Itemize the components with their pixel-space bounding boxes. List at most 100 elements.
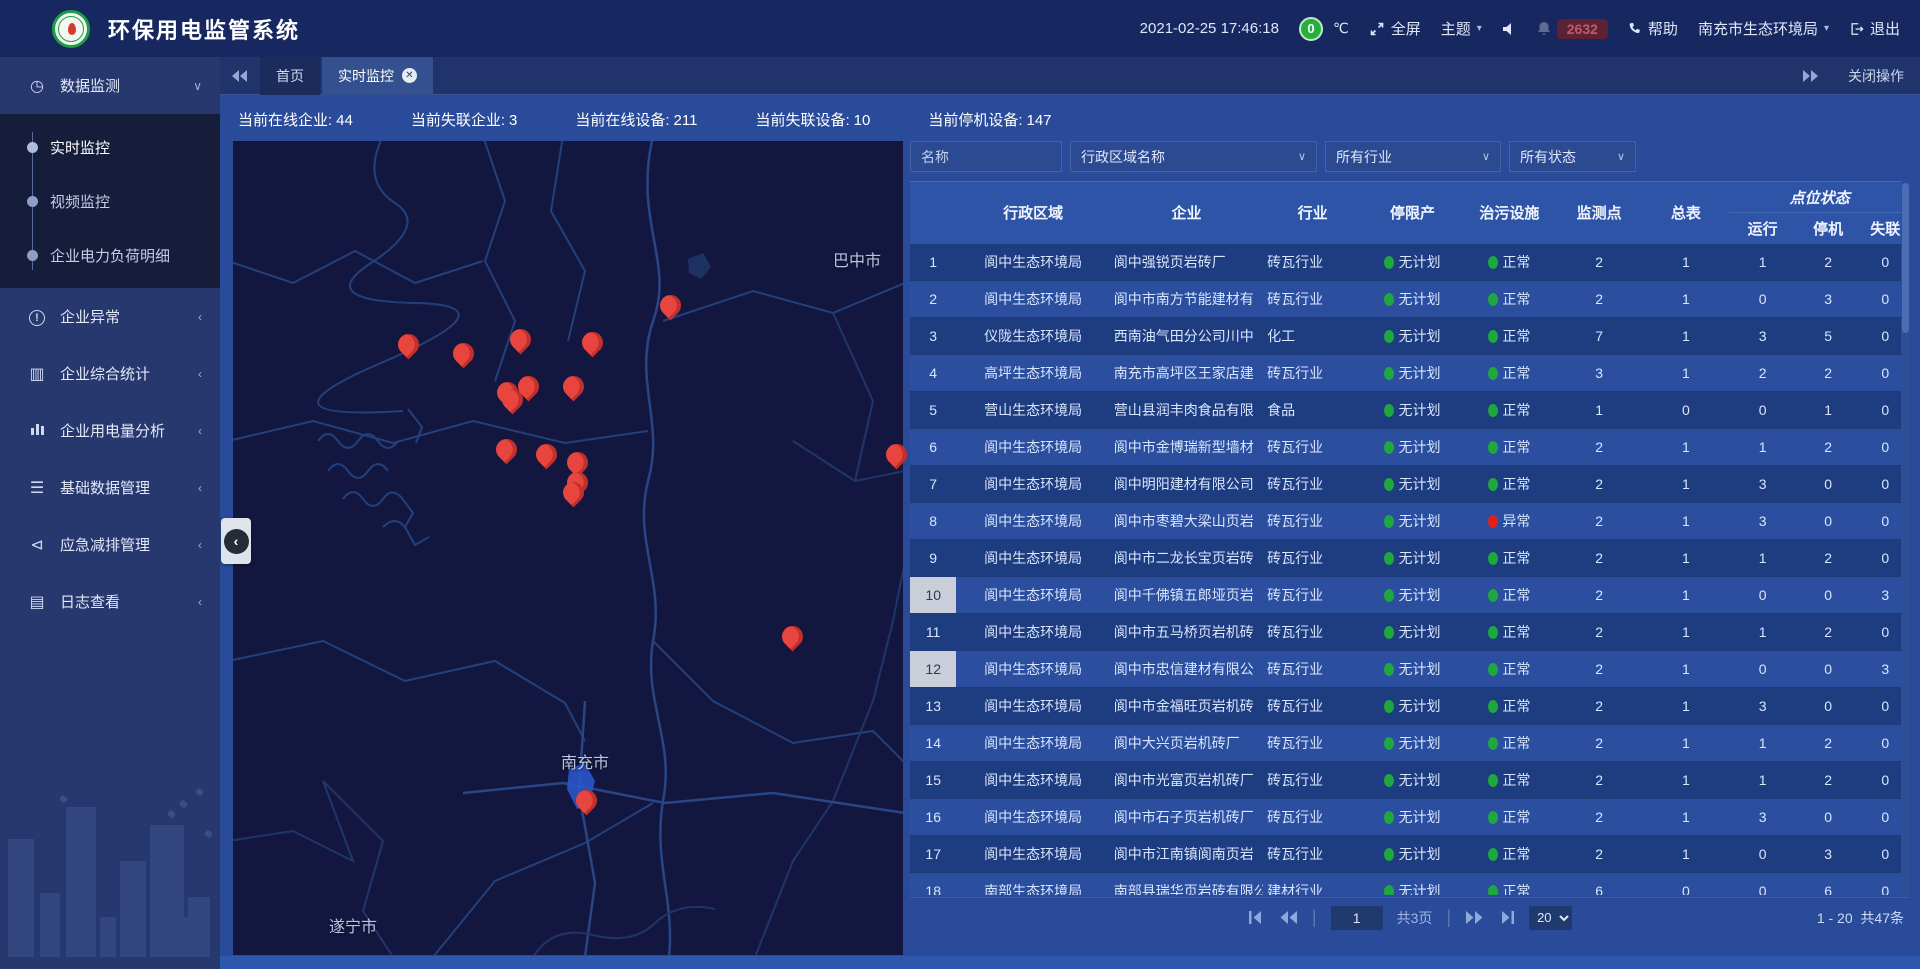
cell-run: 1 <box>1729 429 1796 466</box>
status-dot-green <box>1488 552 1498 565</box>
map-panel[interactable]: 巴中市南充市遂宁市 ‹ <box>233 141 903 955</box>
cell-stop-plan: 无计划 <box>1362 688 1463 725</box>
page-number-input[interactable] <box>1331 906 1383 930</box>
cell-stop-plan: 无计划 <box>1362 836 1463 873</box>
cell-company: 阆中千佛镇五郎垭页岩 <box>1110 577 1263 614</box>
sidebar-item-2[interactable]: !企业异常‹ <box>0 288 220 345</box>
sidebar-item-5[interactable]: ☰基础数据管理‹ <box>0 459 220 516</box>
table-row[interactable]: 15阆中生态环境局阆中市光富页岩机砖厂砖瓦行业无计划正常21120 <box>910 762 1910 799</box>
table-row[interactable]: 8阆中生态环境局阆中市枣碧大梁山页岩砖瓦行业无计划异常21300 <box>910 503 1910 540</box>
city-skyline-decoration <box>0 787 220 957</box>
close-operations-button[interactable]: 关闭操作 <box>1848 66 1904 86</box>
tabs-container: 首页实时监控✕ <box>260 57 435 95</box>
cell-company: 南充市高坪区王家店建 <box>1110 355 1263 392</box>
tabs-scroll-left-button[interactable] <box>220 70 260 82</box>
chevron-down-icon: ▾ <box>1824 23 1829 34</box>
cell-stopped: 3 <box>1796 281 1861 318</box>
cell-meters: 1 <box>1643 688 1730 725</box>
table-row[interactable]: 1阆中生态环境局阆中强锐页岩砖厂砖瓦行业无计划正常21120 <box>910 244 1910 281</box>
map-city-label-遂宁市: 遂宁市 <box>329 913 377 937</box>
region-filter-select[interactable]: 行政区域名称∨ <box>1070 141 1317 172</box>
stats-icon: ▥ <box>26 364 48 384</box>
cell-facility-status: 异常 <box>1463 503 1556 540</box>
sidebar-item-6[interactable]: ⊲应急减排管理‹ <box>0 516 220 573</box>
sidebar-subitem-视频监控[interactable]: 视频监控 <box>0 174 220 228</box>
org-menu-button[interactable]: 南充市生态环境局▾ <box>1698 18 1829 39</box>
next-page-button[interactable] <box>1465 911 1484 924</box>
sidebar: ◷数据监测∨实时监控视频监控企业电力负荷明细!企业异常‹▥企业综合统计‹企业用电… <box>0 57 220 969</box>
table-row[interactable]: 18南部生态环境局南部县瑞华页岩砖有限公建材行业无计划正常60060 <box>910 873 1910 896</box>
theme-menu-button[interactable]: 主题▾ <box>1441 18 1482 39</box>
table-row[interactable]: 9阆中生态环境局阆中市二龙长宝页岩砖砖瓦行业无计划正常21120 <box>910 540 1910 577</box>
table-row[interactable]: 4高坪生态环境局南充市高坪区王家店建砖瓦行业无计划正常31220 <box>910 355 1910 392</box>
cell-region: 阆中生态环境局 <box>956 651 1109 688</box>
status-dot-green <box>1384 885 1394 895</box>
scrollbar-thumb[interactable] <box>1902 183 1909 333</box>
speaker-icon <box>1502 22 1517 36</box>
cell-points: 3 <box>1556 355 1643 392</box>
cell-run: 3 <box>1729 799 1796 836</box>
tab-close-icon[interactable]: ✕ <box>402 68 417 83</box>
phone-icon <box>1628 22 1642 36</box>
cell-region: 阆中生态环境局 <box>956 540 1109 577</box>
table-row[interactable]: 17阆中生态环境局阆中市江南镇阆南页岩砖瓦行业无计划正常21030 <box>910 836 1910 873</box>
page-size-select[interactable]: 20 <box>1529 906 1572 930</box>
cell-run: 0 <box>1729 873 1796 896</box>
cell-points: 6 <box>1556 873 1643 896</box>
logout-button[interactable]: 退出 <box>1849 18 1900 39</box>
cell-stopped: 2 <box>1796 614 1861 651</box>
table-scrollbar[interactable] <box>1901 181 1910 895</box>
cell-stopped: 2 <box>1796 355 1861 392</box>
cell-industry: 砖瓦行业 <box>1263 281 1362 318</box>
table-row[interactable]: 12阆中生态环境局阆中市忠信建材有限公砖瓦行业无计划正常21003 <box>910 651 1910 688</box>
cell-region: 仪陇生态环境局 <box>956 318 1109 355</box>
status-filter-select[interactable]: 所有状态∨ <box>1509 141 1636 172</box>
help-button[interactable]: 帮助 <box>1628 18 1678 39</box>
prev-page-button[interactable] <box>1279 911 1298 924</box>
sidebar-item-label: 日志查看 <box>60 591 198 612</box>
table-row[interactable]: 2阆中生态环境局阆中市南方节能建材有砖瓦行业无计划正常21030 <box>910 281 1910 318</box>
cell-points: 2 <box>1556 540 1643 577</box>
sidebar-item-3[interactable]: ▥企业综合统计‹ <box>0 345 220 402</box>
sidebar-item-7[interactable]: ▤日志查看‹ <box>0 573 220 630</box>
status-dot-green <box>1384 256 1394 269</box>
cell-run: 0 <box>1729 281 1796 318</box>
table-row[interactable]: 14阆中生态环境局阆中大兴页岩机砖厂砖瓦行业无计划正常21120 <box>910 725 1910 762</box>
cell-industry: 砖瓦行业 <box>1263 244 1362 281</box>
cell-region: 阆中生态环境局 <box>956 577 1109 614</box>
sound-button[interactable] <box>1502 22 1517 36</box>
name-filter-input[interactable] <box>910 141 1062 172</box>
cell-run: 3 <box>1729 466 1796 503</box>
cell-stop-plan: 无计划 <box>1362 577 1463 614</box>
sidebar-subitem-label: 实时监控 <box>50 137 110 158</box>
tab-首页[interactable]: 首页 <box>260 57 320 95</box>
sidebar-subitem-实时监控[interactable]: 实时监控 <box>0 120 220 174</box>
table-row[interactable]: 10阆中生态环境局阆中千佛镇五郎垭页岩砖瓦行业无计划正常21003 <box>910 577 1910 614</box>
fullscreen-button[interactable]: 全屏 <box>1369 18 1421 39</box>
map-collapse-button[interactable]: ‹ <box>221 518 251 564</box>
col-停限产: 停限产 <box>1362 182 1463 244</box>
sidebar-item-label: 企业综合统计 <box>60 363 198 384</box>
industry-filter-select[interactable]: 所有行业∨ <box>1325 141 1501 172</box>
sidebar-item-4[interactable]: 企业用电量分析‹ <box>0 402 220 459</box>
table-row[interactable]: 3仪陇生态环境局西南油气田分公司川中化工无计划正常71350 <box>910 318 1910 355</box>
tabs-scroll-right-button[interactable] <box>1790 70 1830 82</box>
table-row[interactable]: 5营山生态环境局营山县润丰肉食品有限食品无计划正常10010 <box>910 392 1910 429</box>
table-row[interactable]: 7阆中生态环境局阆中明阳建材有限公司砖瓦行业无计划正常21300 <box>910 466 1910 503</box>
table-row[interactable]: 6阆中生态环境局阆中市金博瑞新型墙材砖瓦行业无计划正常21120 <box>910 429 1910 466</box>
first-page-button[interactable] <box>1248 911 1265 924</box>
cell-stop-plan: 无计划 <box>1362 614 1463 651</box>
table-row[interactable]: 11阆中生态环境局阆中市五马桥页岩机砖砖瓦行业无计划正常21120 <box>910 614 1910 651</box>
sidebar-subitem-企业电力负荷明细[interactable]: 企业电力负荷明细 <box>0 228 220 282</box>
notifications-button[interactable]: 2632 <box>1537 19 1608 39</box>
cell-region: 阆中生态环境局 <box>956 725 1109 762</box>
table-row[interactable]: 16阆中生态环境局阆中市石子页岩机砖厂砖瓦行业无计划正常21300 <box>910 799 1910 836</box>
last-page-button[interactable] <box>1498 911 1515 924</box>
cell-stop-plan: 无计划 <box>1362 873 1463 896</box>
alert-icon: ! <box>29 310 45 326</box>
cell-meters: 1 <box>1643 503 1730 540</box>
tab-实时监控[interactable]: 实时监控✕ <box>322 57 433 95</box>
sidebar-item-1[interactable]: ◷数据监测∨ <box>0 57 220 114</box>
table-row[interactable]: 13阆中生态环境局阆中市金福旺页岩机砖砖瓦行业无计划正常21300 <box>910 688 1910 725</box>
notification-badge: 2632 <box>1557 19 1608 39</box>
